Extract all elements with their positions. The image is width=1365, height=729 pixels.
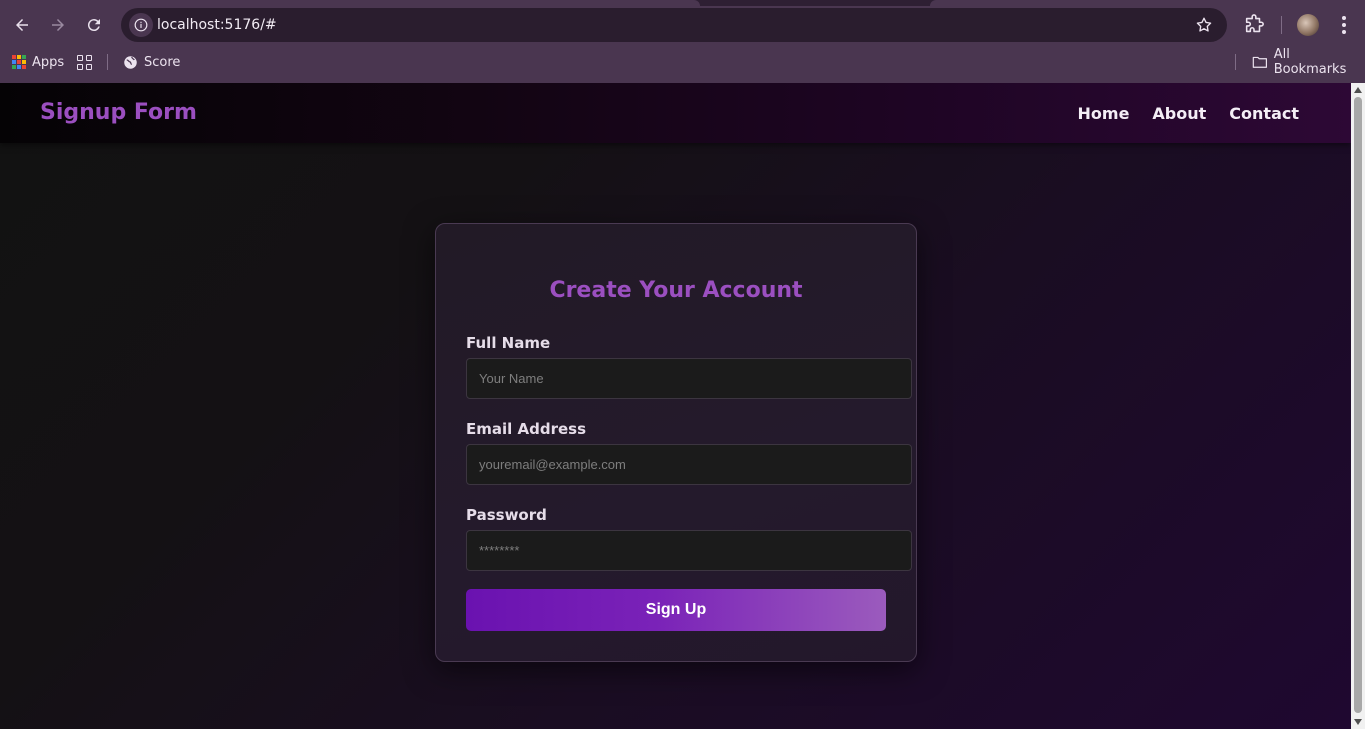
site-brand[interactable]: Signup Form [40, 100, 197, 125]
nav-link-home[interactable]: Home [1078, 104, 1130, 123]
active-tab[interactable] [0, 0, 700, 6]
signup-card: Create Your Account Full Name Email Addr… [435, 223, 917, 662]
extensions-icon[interactable] [1243, 14, 1265, 36]
password-input[interactable] [466, 530, 912, 571]
scrollbar-thumb[interactable] [1354, 97, 1362, 713]
bookmark-apps[interactable]: Apps [12, 52, 64, 72]
url-text[interactable]: localhost:5176/# [157, 17, 277, 33]
toolbar-divider [1281, 16, 1282, 34]
browser-chrome: localhost:5176/# Apps Score All Bookmark [0, 0, 1365, 83]
forward-button[interactable] [45, 12, 71, 38]
site-header: Signup Form Home About Contact [0, 83, 1351, 143]
back-button[interactable] [9, 12, 35, 38]
full-name-input[interactable] [466, 358, 912, 399]
nav-link-about[interactable]: About [1152, 104, 1206, 123]
arrow-right-icon [52, 19, 64, 31]
reload-icon [87, 19, 100, 32]
full-name-label: Full Name [466, 334, 551, 352]
page-scrollbar[interactable] [1351, 83, 1365, 729]
site-info-icon[interactable] [129, 13, 153, 37]
signup-button[interactable]: Sign Up [466, 589, 886, 631]
bookmark-star-icon[interactable] [1193, 14, 1215, 36]
email-label: Email Address [466, 420, 587, 438]
password-label: Password [466, 506, 547, 524]
folder-icon [1252, 56, 1267, 68]
globe-icon [124, 55, 137, 69]
all-bookmarks[interactable]: All Bookmarks [1252, 47, 1365, 77]
profile-avatar[interactable] [1297, 14, 1319, 36]
browser-tab[interactable] [930, 0, 1365, 6]
scroll-down-icon[interactable] [1354, 719, 1362, 725]
bookmark-tab-groups[interactable] [77, 52, 92, 72]
arrow-left-icon [16, 19, 28, 31]
scroll-up-icon[interactable] [1354, 87, 1362, 93]
tab-strip [0, 0, 1365, 6]
bookmark-score[interactable]: Score [123, 52, 180, 72]
browser-menu-icon[interactable] [1334, 13, 1354, 37]
site-nav: Home About Contact [1078, 104, 1299, 123]
bookmark-separator [1235, 54, 1236, 70]
bookmark-separator [107, 54, 108, 70]
nav-link-contact[interactable]: Contact [1229, 104, 1299, 123]
email-input[interactable] [466, 444, 912, 485]
bookmark-label: Apps [32, 54, 65, 70]
form-title: Create Your Account [549, 278, 803, 303]
bookmark-label: Score [144, 54, 181, 70]
reload-button[interactable] [81, 12, 107, 38]
all-bookmarks-label: All Bookmarks [1273, 47, 1347, 77]
apps-grid-icon [12, 55, 26, 69]
page-viewport: Signup Form Home About Contact Create Yo… [0, 83, 1351, 729]
address-bar[interactable]: localhost:5176/# [121, 8, 1227, 42]
tab-groups-icon [77, 54, 92, 70]
bookmarks-bar: Apps Score All Bookmarks [0, 47, 1365, 77]
